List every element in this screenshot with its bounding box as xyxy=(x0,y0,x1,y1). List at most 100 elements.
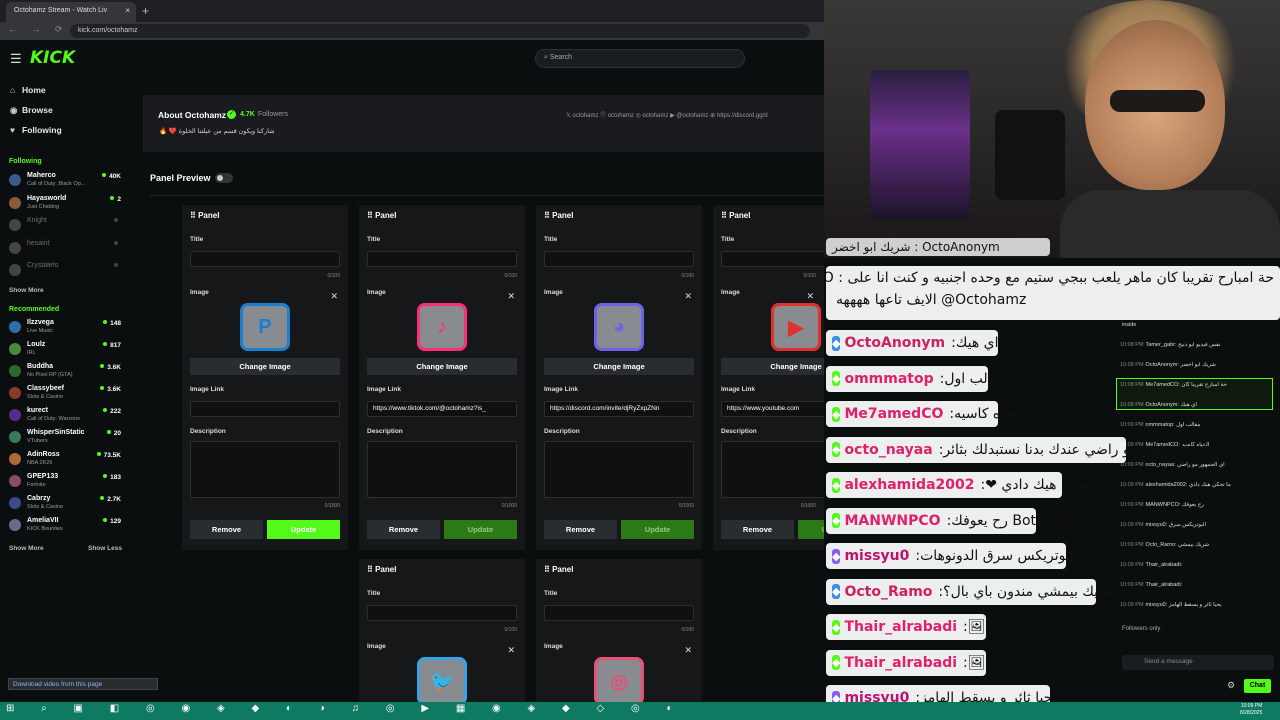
description-textarea[interactable] xyxy=(190,441,340,498)
sidebar-channel[interactable]: Buddha No Pixel RP (GTA) 3.6K xyxy=(9,362,121,382)
channel-avatar xyxy=(9,387,21,399)
chat-line: 10:08 PM OctoAnonym: اي هيك xyxy=(1120,402,1275,408)
title-input[interactable] xyxy=(190,251,340,267)
change-image-button[interactable]: Change Image xyxy=(544,358,694,375)
webcam-streamer-shirt xyxy=(1060,190,1280,258)
link-panel: ⠿ Panel Title 0/100 Image ✕ 🐦 xyxy=(359,559,525,702)
remove-panel-button[interactable]: Remove xyxy=(190,520,263,539)
search-input[interactable]: ⌕ Search xyxy=(535,49,745,68)
social-links[interactable]: 𝕏 octohamz ⓕ octohamz ◎ octohamz ▶ @octo… xyxy=(566,110,768,119)
sidebar-channel[interactable]: Loulz IRL 817 xyxy=(9,340,121,360)
panel-image-thumbnail[interactable]: ◕ xyxy=(594,303,644,351)
title-input[interactable] xyxy=(544,251,694,267)
new-tab-button[interactable]: + xyxy=(142,4,149,18)
drag-handle-icon[interactable]: ⠿ xyxy=(367,211,375,220)
description-textarea[interactable] xyxy=(544,441,694,498)
taskbar-icons[interactable]: ⊞ ⌕ ▣ ◧ ◎ ◉ ◈ ◆ ◐ ◑ ♫ ◎ ▶ ▦ ◉ ◈ ◆ ◇ ◎ ◐ xyxy=(6,703,685,714)
drag-handle-icon[interactable]: ⠿ xyxy=(721,211,729,220)
update-panel-button[interactable]: Update xyxy=(267,520,340,539)
chat-message-input[interactable]: Send a message xyxy=(1122,655,1274,670)
description-textarea[interactable] xyxy=(721,441,824,498)
tab-close-icon[interactable]: × xyxy=(125,6,130,15)
webcam-streamer-glasses xyxy=(1110,90,1205,112)
sidebar-channel[interactable]: hesaint xyxy=(9,239,121,259)
panel-image-thumbnail[interactable]: 🐦 xyxy=(417,657,467,702)
sidebar-channel[interactable]: AmeliaVII KICK Bounties 129 xyxy=(9,516,121,536)
remove-image-close-icon[interactable]: ✕ xyxy=(684,645,692,656)
panel-title: ⠿ Panel xyxy=(367,565,396,574)
drag-handle-icon[interactable]: ⠿ xyxy=(544,211,552,220)
sidebar-nav-following[interactable]: ♥ Following xyxy=(10,125,62,135)
sidebar-channel[interactable]: Ilzzvega Live Music 148 xyxy=(9,318,121,338)
remove-panel-button[interactable]: Remove xyxy=(367,520,440,539)
image-link-input[interactable]: https://www.youtube.com xyxy=(721,401,824,417)
remove-image-close-icon[interactable]: ✕ xyxy=(507,645,515,656)
channel-name: Knight xyxy=(27,217,47,224)
panel-image-thumbnail[interactable]: P xyxy=(240,303,290,351)
sidebar-channel[interactable]: Classybeef Slots & Casino 3.6K xyxy=(9,384,121,404)
image-link-input[interactable] xyxy=(190,401,340,417)
change-image-button[interactable]: Change Image xyxy=(721,358,824,375)
chat-settings-gear-icon[interactable]: ⚙ xyxy=(1227,680,1235,691)
panel-image-thumbnail[interactable]: ◎ xyxy=(594,657,644,702)
image-link-input[interactable]: https://www.tiktok.com/@octohamz?is_ xyxy=(367,401,517,417)
description-textarea[interactable] xyxy=(367,441,517,498)
chat-username: OctoAnonym xyxy=(844,335,946,351)
title-input[interactable] xyxy=(544,605,694,621)
channel-avatar xyxy=(9,365,21,377)
channel-viewers: 20 xyxy=(107,430,121,437)
download-video-bar[interactable]: Download video from this page xyxy=(8,678,158,690)
chat-line: 10:08 PM Tamer_gabr: نفس فيديو ابو ذبيح xyxy=(1120,342,1275,348)
drag-handle-icon[interactable]: ⠿ xyxy=(190,211,198,220)
update-panel-button[interactable]: Update xyxy=(621,520,694,539)
panel-image-icon: ♪ xyxy=(437,315,447,338)
change-image-button[interactable]: Change Image xyxy=(367,358,517,375)
channel-viewers xyxy=(114,263,121,270)
sidebar-channel[interactable]: Cabrzy Slots & Casino 2.7K xyxy=(9,494,121,514)
sidebar-nav-home[interactable]: ⌂ Home xyxy=(10,85,46,95)
nav-buttons[interactable]: ← → ⟳ xyxy=(8,24,69,35)
sidebar-channel[interactable]: GPEP133 Fortnite 183 xyxy=(9,472,121,492)
overlay-chat-message: ◆ Octo_Ramo: شريك بيمشي مندون باي بال؟ xyxy=(826,578,1117,605)
sidebar-channel[interactable]: WhisperSinStatic VTubers 20 xyxy=(9,428,121,448)
title-char-count: 0/100 xyxy=(504,273,517,279)
panel-preview-toggle[interactable] xyxy=(215,173,233,183)
browser-tab[interactable]: Octohamz Stream - Watch Liv × xyxy=(6,2,136,22)
channel-viewers: 2 xyxy=(110,196,121,203)
title-input[interactable] xyxy=(367,605,517,621)
channel-category: Fortnite xyxy=(27,482,46,488)
remove-panel-button[interactable]: Remove xyxy=(544,520,617,539)
drag-handle-icon[interactable]: ⠿ xyxy=(367,565,375,574)
sidebar-channel[interactable]: Crystaleto xyxy=(9,261,121,281)
sidebar-nav-browse[interactable]: ◉ Browse xyxy=(10,105,53,116)
nav-browse-icon: ◉ xyxy=(10,105,18,115)
remove-image-close-icon[interactable]: ✕ xyxy=(330,291,338,302)
sidebar-channel[interactable]: Maherco Call of Duty: Black Op... 40K xyxy=(9,171,121,191)
show-more-following[interactable]: Show More xyxy=(9,287,44,294)
sidebar-channel[interactable]: AdinRoss NBA 2K26 73.5K xyxy=(9,450,121,470)
panel-image-thumbnail[interactable]: ♪ xyxy=(417,303,467,351)
title-input[interactable] xyxy=(367,251,517,267)
remove-image-close-icon[interactable]: ✕ xyxy=(806,291,814,302)
sidebar-channel[interactable]: kurect Call of Duty: Warzone 222 xyxy=(9,406,121,426)
url-field[interactable]: kick.com/octohamz xyxy=(70,24,810,38)
remove-panel-button[interactable]: Remove xyxy=(721,520,794,539)
channel-viewers: 183 xyxy=(103,474,121,481)
show-less-recommended[interactable]: Show Less xyxy=(88,545,122,552)
title-input[interactable] xyxy=(721,251,824,267)
remove-image-close-icon[interactable]: ✕ xyxy=(507,291,515,302)
chat-send-button[interactable]: Chat xyxy=(1244,679,1271,693)
link-panel: ⠿ Panel Title 0/100 Image ✕ ◎ xyxy=(536,559,702,702)
sidebar-channel[interactable]: Knight xyxy=(9,216,121,236)
show-more-recommended[interactable]: Show More xyxy=(9,545,44,552)
update-panel-button[interactable]: Update xyxy=(798,520,824,539)
panel-image-thumbnail[interactable]: ▶ xyxy=(771,303,821,351)
drag-handle-icon[interactable]: ⠿ xyxy=(544,565,552,574)
change-image-button[interactable]: Change Image xyxy=(190,358,340,375)
hamburger-menu-icon[interactable]: ☰ xyxy=(10,51,22,67)
sidebar-channel[interactable]: Hayasworld Just Chatting 2 xyxy=(9,194,121,214)
kick-logo[interactable]: KICK xyxy=(30,48,75,68)
image-link-input[interactable]: https://discord.com/invite/djRyZxpZNn xyxy=(544,401,694,417)
update-panel-button[interactable]: Update xyxy=(444,520,517,539)
remove-image-close-icon[interactable]: ✕ xyxy=(684,291,692,302)
